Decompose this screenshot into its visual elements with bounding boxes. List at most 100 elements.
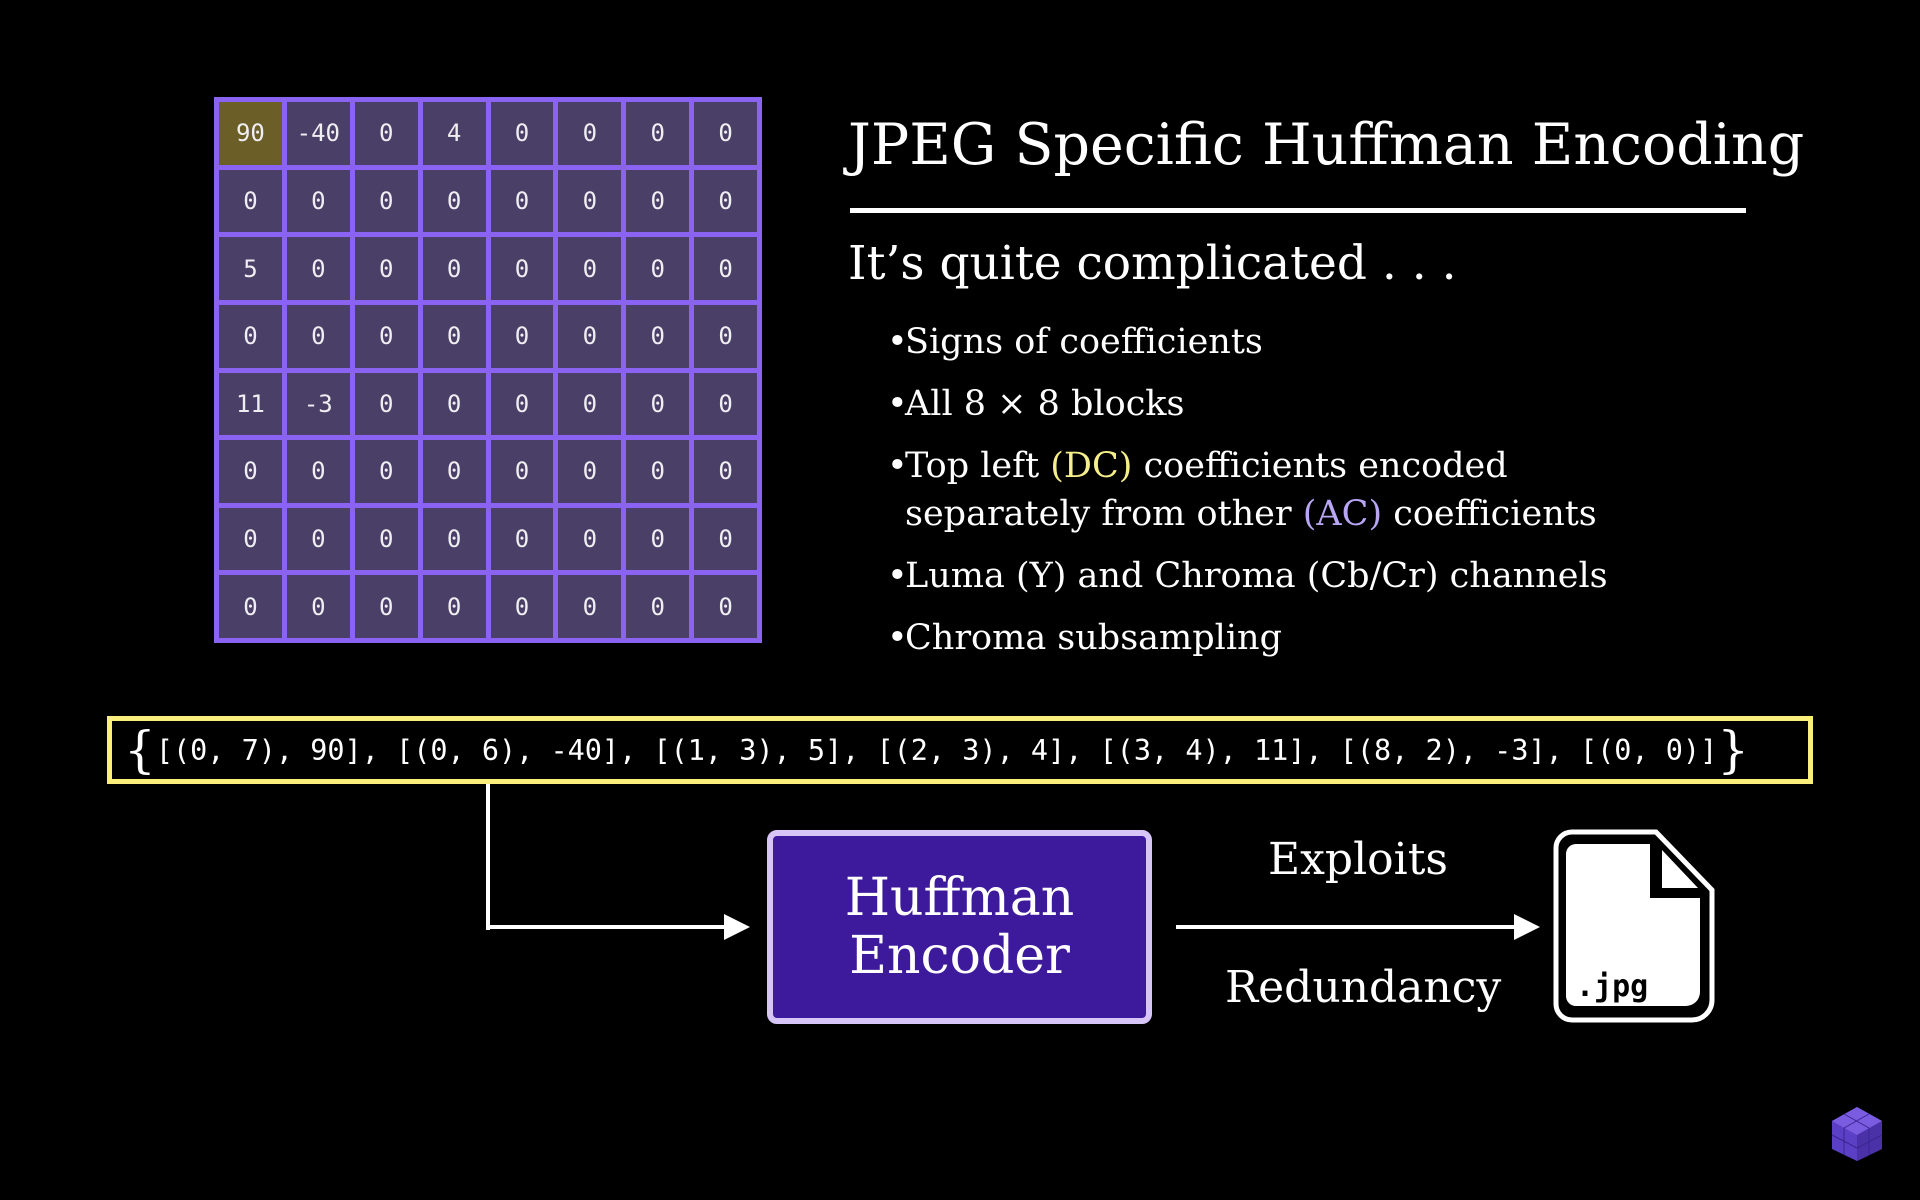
coefficient-cell: 0 bbox=[558, 440, 622, 503]
slide-subtitle: It’s quite complicated . . . bbox=[848, 236, 1457, 291]
coefficient-cell: 0 bbox=[694, 169, 757, 233]
coefficient-cell: -40 bbox=[286, 102, 350, 165]
coefficient-cell: 0 bbox=[490, 304, 554, 368]
bullet-text: Top left bbox=[905, 446, 1051, 486]
coefficient-cell: 0 bbox=[354, 169, 418, 233]
bullet-text: All 8 × 8 blocks bbox=[905, 384, 1185, 424]
bullet-text: coefficients encoded bbox=[1132, 446, 1508, 486]
coefficient-cell: 0 bbox=[626, 372, 690, 436]
exploits-label: Exploits bbox=[1268, 834, 1448, 885]
coefficient-cell: 0 bbox=[286, 440, 350, 503]
coefficient-cell: 0 bbox=[558, 237, 622, 300]
bullet-item: • Top left (DC) coefficients encoded sepa… bbox=[887, 446, 1597, 534]
coefficient-cell: 0 bbox=[490, 507, 554, 571]
bullet-text: coefficients bbox=[1382, 494, 1597, 534]
coefficient-cell: 0 bbox=[694, 304, 757, 368]
coefficient-cell: 0 bbox=[422, 372, 486, 436]
rle-sequence-text: [(0, 7), 90], [(0, 6), -40], [(1, 3), 5]… bbox=[155, 733, 1718, 767]
coefficient-cell: 0 bbox=[422, 237, 486, 300]
huffman-encoder-box: Huffman Encoder bbox=[767, 830, 1152, 1024]
arrow-head-to-encoder bbox=[724, 914, 750, 940]
bullet-item: • All 8 × 8 blocks bbox=[887, 384, 1185, 424]
coefficient-cell: 0 bbox=[422, 169, 486, 233]
coefficient-cell: 0 bbox=[626, 304, 690, 368]
coefficient-cell: 0 bbox=[558, 507, 622, 571]
coefficient-cell: 0 bbox=[558, 372, 622, 436]
bullet-text: Chroma subsampling bbox=[905, 618, 1282, 658]
connector-to-file bbox=[1176, 925, 1518, 929]
coefficient-cell: 0 bbox=[490, 169, 554, 233]
slide-title: JPEG Specific Huffman Encoding bbox=[848, 112, 1805, 178]
coefficient-cell: 0 bbox=[626, 507, 690, 571]
ac-label: (AC) bbox=[1302, 494, 1383, 534]
encoder-label-line2: Encoder bbox=[849, 926, 1070, 986]
bullet-item: • Luma (Y) and Chroma (Cb/Cr) channels bbox=[887, 556, 1608, 596]
coefficient-cell: 0 bbox=[422, 507, 486, 571]
coefficient-cell: 0 bbox=[626, 102, 690, 165]
bullet-list: • Signs of coefficients • All 8 × 8 blocks… bbox=[887, 318, 1787, 676]
connector-vertical bbox=[486, 784, 490, 930]
coefficient-cell: 0 bbox=[286, 507, 350, 571]
coefficient-grid: 90 -40 0 4 0 0 0 0 0 0 0 0 0 0 0 0 5 0 0 0 0 0 0 0 0 0 0 0 0 0 0 0 11 -3 0… bbox=[214, 97, 762, 643]
coefficient-cell: 0 bbox=[626, 440, 690, 503]
redundancy-label: Redundancy bbox=[1225, 962, 1502, 1013]
coefficient-cell: 0 bbox=[694, 440, 757, 503]
bullet-item: • Signs of coefficients bbox=[887, 322, 1263, 362]
coefficient-cell: 0 bbox=[219, 440, 282, 503]
coefficient-cell: 0 bbox=[286, 575, 350, 638]
coefficient-cell: 0 bbox=[219, 575, 282, 638]
coefficient-cell: 0 bbox=[490, 372, 554, 436]
arrow-head-to-file bbox=[1514, 914, 1540, 940]
coefficient-cell: 0 bbox=[354, 575, 418, 638]
coefficient-cell: 5 bbox=[219, 237, 282, 300]
bullet-text: Luma (Y) and Chroma (Cb/Cr) channels bbox=[905, 556, 1608, 596]
file-extension: .jpg bbox=[1576, 969, 1648, 1004]
close-brace: } bbox=[1717, 721, 1750, 779]
coefficient-cell: 0 bbox=[490, 102, 554, 165]
coefficient-cell: 0 bbox=[219, 304, 282, 368]
dc-label: (DC) bbox=[1050, 446, 1133, 486]
coefficient-cell: 0 bbox=[694, 575, 757, 638]
coefficient-cell: 0 bbox=[219, 507, 282, 571]
coefficient-cell: 0 bbox=[694, 237, 757, 300]
bullet-text: separately from other bbox=[905, 494, 1303, 534]
coefficient-cell: -3 bbox=[286, 372, 350, 436]
rle-sequence-box: { [(0, 7), 90], [(0, 6), -40], [(1, 3), … bbox=[107, 716, 1813, 784]
coefficient-cell: 4 bbox=[422, 102, 486, 165]
coefficient-cell: 0 bbox=[354, 440, 418, 503]
coefficient-cell: 0 bbox=[626, 237, 690, 300]
coefficient-cell: 0 bbox=[286, 169, 350, 233]
dc-coefficient-cell: 90 bbox=[219, 102, 282, 165]
bullet-text: Signs of coefficients bbox=[905, 322, 1263, 362]
coefficient-cell: 0 bbox=[354, 237, 418, 300]
coefficient-cell: 0 bbox=[354, 304, 418, 368]
connector-horizontal bbox=[486, 925, 726, 929]
jpg-file-icon: .jpg bbox=[1552, 828, 1716, 1029]
coefficient-cell: 0 bbox=[286, 237, 350, 300]
coefficient-cell: 0 bbox=[626, 575, 690, 638]
bullet-item: • Chroma subsampling bbox=[887, 618, 1282, 658]
coefficient-cell: 0 bbox=[422, 440, 486, 503]
coefficient-cell: 0 bbox=[354, 102, 418, 165]
title-underline bbox=[850, 208, 1746, 213]
coefficient-cell: 0 bbox=[558, 102, 622, 165]
cube-logo-icon bbox=[1830, 1105, 1884, 1168]
coefficient-cell: 0 bbox=[626, 169, 690, 233]
coefficient-cell: 0 bbox=[558, 304, 622, 368]
coefficient-cell: 0 bbox=[422, 304, 486, 368]
coefficient-cell: 0 bbox=[354, 372, 418, 436]
encoder-label-line1: Huffman bbox=[844, 868, 1075, 928]
coefficient-cell: 0 bbox=[219, 169, 282, 233]
coefficient-cell: 0 bbox=[694, 372, 757, 436]
coefficient-cell: 0 bbox=[490, 440, 554, 503]
coefficient-cell: 0 bbox=[694, 507, 757, 571]
coefficient-cell: 0 bbox=[286, 304, 350, 368]
coefficient-cell: 0 bbox=[422, 575, 486, 638]
coefficient-cell: 0 bbox=[558, 575, 622, 638]
coefficient-cell: 0 bbox=[490, 575, 554, 638]
coefficient-cell: 0 bbox=[694, 102, 757, 165]
open-brace: { bbox=[124, 721, 156, 779]
coefficient-cell: 11 bbox=[219, 372, 282, 436]
coefficient-cell: 0 bbox=[490, 237, 554, 300]
coefficient-cell: 0 bbox=[558, 169, 622, 233]
